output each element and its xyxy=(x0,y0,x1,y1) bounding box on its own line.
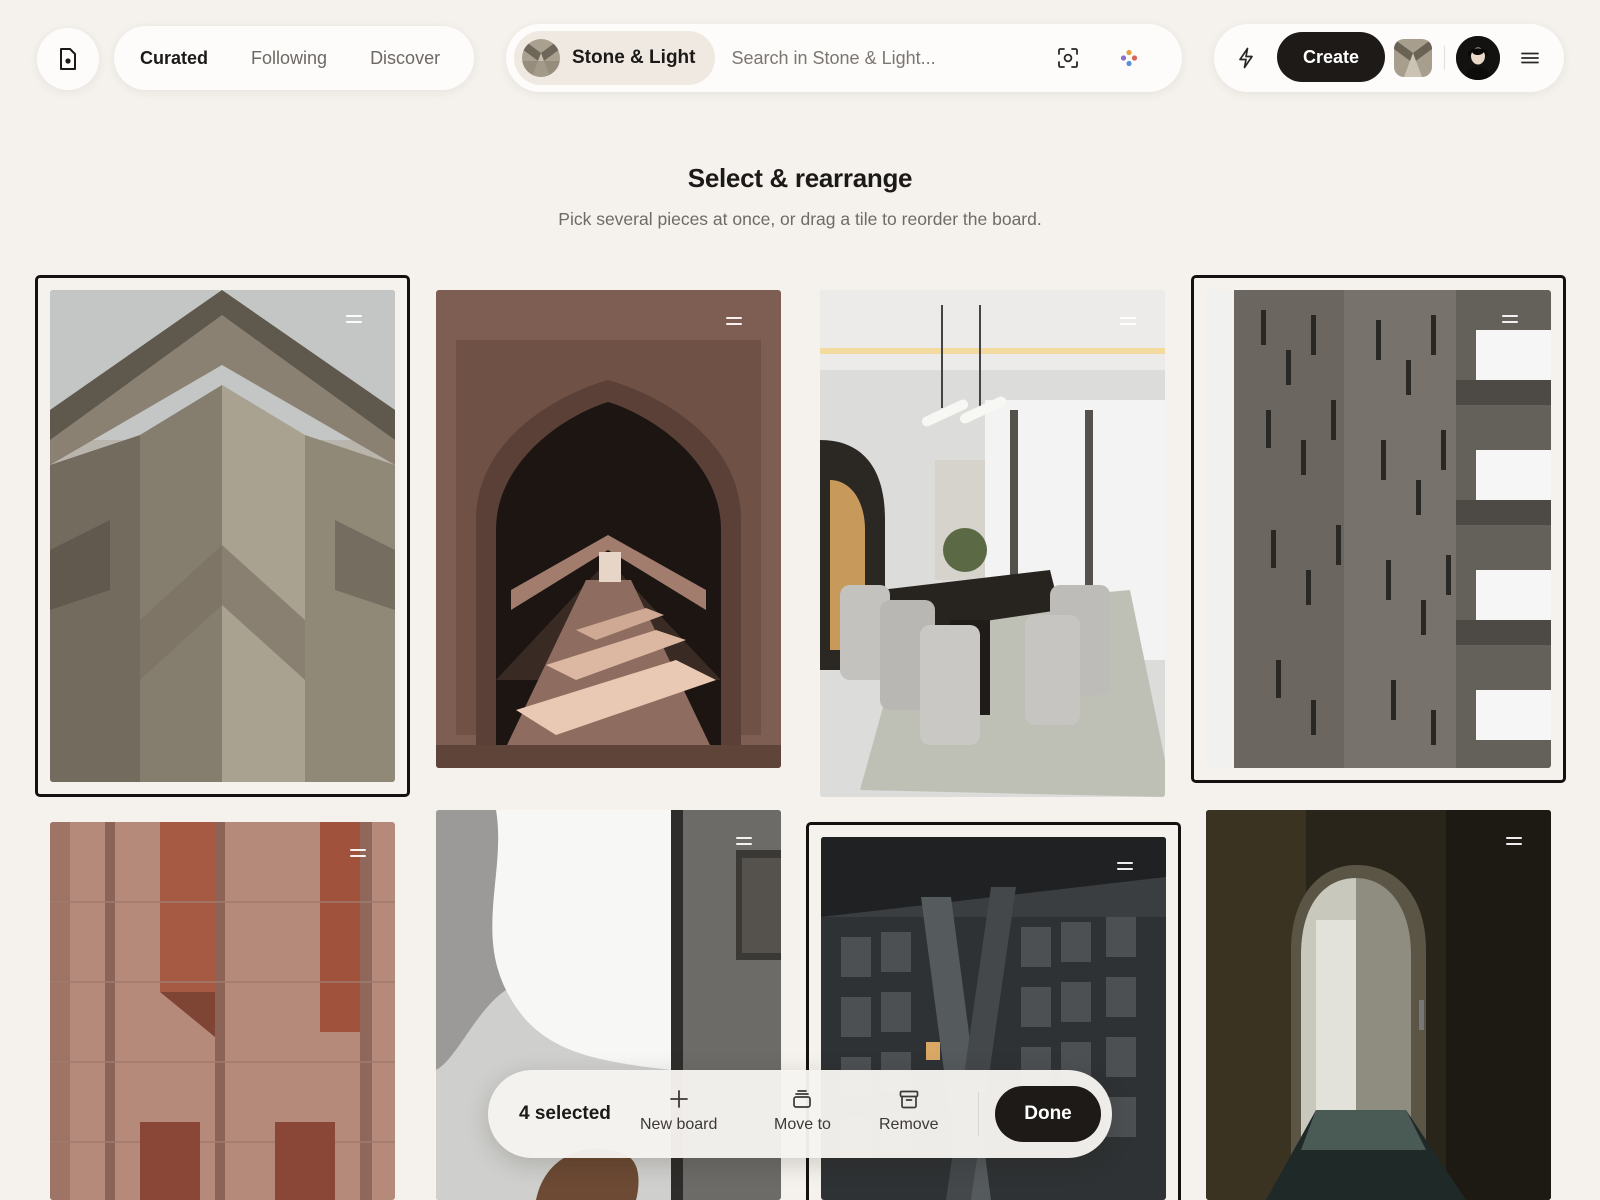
archive-icon xyxy=(899,1090,919,1109)
board-tile[interactable] xyxy=(35,275,410,797)
tab-curated[interactable]: Curated xyxy=(140,26,208,90)
remove-label: Remove xyxy=(879,1116,939,1133)
concrete-chevron-photo xyxy=(50,290,395,782)
move-to-button[interactable]: Move to xyxy=(774,1088,831,1134)
page-title: Select & rearrange xyxy=(687,163,913,193)
menu-button[interactable] xyxy=(1510,38,1550,78)
plus-icon xyxy=(669,1090,688,1108)
header-divider xyxy=(1444,46,1445,70)
board-tile[interactable] xyxy=(820,290,1165,798)
board-scope-chip[interactable]: Stone & Light xyxy=(514,31,716,85)
page-subtitle: Pick several pieces at once, or drag a t… xyxy=(558,209,1042,229)
drag-handle-icon[interactable] xyxy=(1114,860,1136,872)
drag-handle-icon[interactable] xyxy=(1499,313,1521,325)
done-button[interactable]: Done xyxy=(995,1086,1101,1142)
drag-handle-icon[interactable] xyxy=(723,315,745,327)
sparkle-dots-icon xyxy=(1120,49,1138,67)
move-to-label: Move to xyxy=(774,1116,831,1133)
arched-doorway-photo xyxy=(1206,810,1551,1200)
selected-count: 4 selected xyxy=(519,1103,611,1124)
selection-action-bar: 4 selected New board Move to Remove Done xyxy=(488,1070,1112,1158)
board-tile[interactable] xyxy=(50,822,395,1200)
board-tile[interactable] xyxy=(1206,810,1551,1200)
current-board-button[interactable] xyxy=(1394,39,1432,77)
drag-handle-icon[interactable] xyxy=(733,835,755,847)
activity-button[interactable] xyxy=(1226,38,1266,78)
board-tile[interactable] xyxy=(426,290,781,770)
tab-following[interactable]: Following xyxy=(251,26,327,90)
new-board-label: New board xyxy=(640,1116,718,1133)
board-thumbnail xyxy=(522,39,560,77)
action-bar-divider xyxy=(978,1092,979,1136)
concrete-tower-photo xyxy=(1206,290,1551,768)
sandstone-facade-photo xyxy=(50,822,395,1200)
drag-handle-icon[interactable] xyxy=(347,847,369,859)
remove-button[interactable]: Remove xyxy=(879,1088,939,1134)
create-button[interactable]: Create xyxy=(1277,32,1385,82)
stone-archway-photo xyxy=(436,290,781,768)
board-tile[interactable] xyxy=(1191,275,1566,783)
drag-handle-icon[interactable] xyxy=(1503,835,1525,847)
drag-handle-icon[interactable] xyxy=(343,313,365,325)
ai-assist-button[interactable] xyxy=(1109,38,1149,78)
dining-room-photo xyxy=(820,290,1165,797)
visual-search-button[interactable] xyxy=(1048,38,1088,78)
logo-button[interactable] xyxy=(37,28,99,90)
lightning-icon xyxy=(1239,47,1253,69)
feed-tabs: Curated Following Discover xyxy=(114,26,474,90)
hamburger-icon xyxy=(1521,52,1539,64)
new-board-button[interactable]: New board xyxy=(640,1088,717,1134)
search-input[interactable] xyxy=(731,47,1052,69)
scan-icon xyxy=(1058,48,1078,68)
stack-icon xyxy=(793,1090,812,1108)
drag-handle-icon[interactable] xyxy=(1117,315,1139,327)
header-actions: Create xyxy=(1214,24,1564,92)
board-scope-label: Stone & Light xyxy=(572,47,696,68)
tab-discover[interactable]: Discover xyxy=(370,26,440,90)
search-bar: Stone & Light xyxy=(506,24,1182,92)
user-avatar[interactable] xyxy=(1456,36,1500,80)
document-icon xyxy=(60,48,76,70)
